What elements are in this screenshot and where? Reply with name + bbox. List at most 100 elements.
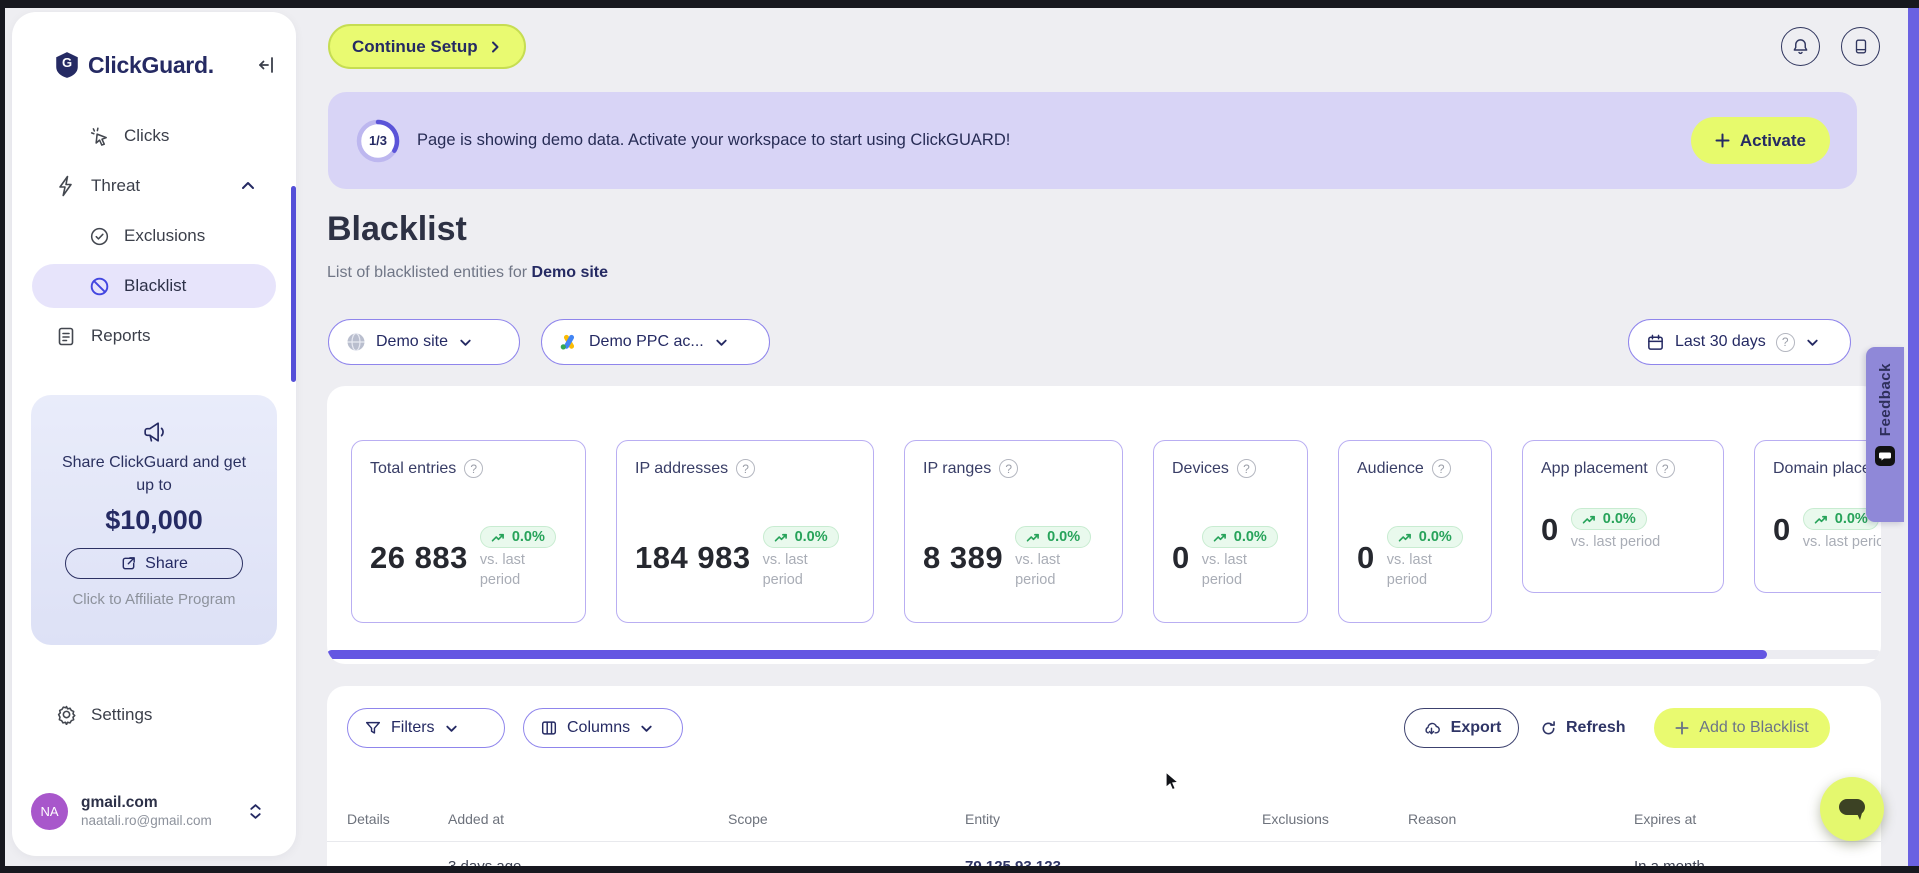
chevron-down-icon (444, 721, 459, 736)
stat-value: 0 (1357, 540, 1375, 576)
sidebar-item-exclusions[interactable]: Exclusions (12, 211, 296, 261)
filters-button[interactable]: Filters (347, 708, 505, 748)
help-icon[interactable]: ? (736, 459, 756, 478)
delta-value: 0.0% (1418, 529, 1452, 545)
promo-heading: Share ClickGuard and get up to (61, 454, 247, 495)
page-title: Blacklist (327, 210, 467, 248)
page-scrollbar[interactable] (1908, 8, 1919, 866)
bell-icon (1791, 37, 1810, 56)
vs-last-period: vs. last period (1802, 534, 1881, 550)
sidebar-item-label: Threat (91, 176, 141, 195)
activate-button[interactable]: Activate (1690, 117, 1830, 164)
export-button[interactable]: Export (1404, 708, 1519, 748)
sidebar: G ClickGuard. Clicks Threat Exclusions B… (12, 12, 296, 856)
help-icon[interactable]: ? (999, 459, 1019, 478)
window-edge-top (0, 0, 1919, 8)
help-icon[interactable]: ? (1431, 459, 1451, 478)
stat-card-ip-ranges: IP ranges? 8 389 0.0% vs. last period (904, 440, 1123, 623)
help-icon[interactable]: ? (1775, 332, 1795, 352)
stats-panel: Total entries? 26 883 0.0% vs. last peri… (327, 386, 1881, 664)
sidebar-collapse-icon[interactable] (256, 55, 276, 75)
share-button[interactable]: Share (65, 548, 243, 580)
vs-last-period: vs. last period (1201, 552, 1247, 588)
sidebar-item-settings[interactable]: Settings (55, 704, 152, 725)
ppc-account-selector[interactable]: Demo PPC ac... (541, 319, 770, 365)
app-screen: G ClickGuard. Clicks Threat Exclusions B… (0, 0, 1919, 873)
workspace-switcher[interactable]: NA gmail.com naatali.ro@gmail.com (31, 793, 276, 830)
sidebar-item-reports[interactable]: Reports (12, 311, 296, 361)
horizontal-scrollbar-thumb[interactable] (327, 650, 1767, 659)
column-header-added-at[interactable]: Added at (448, 811, 504, 827)
stat-card-devices: Devices? 0 0.0% vs. last period (1153, 440, 1308, 623)
help-icon[interactable]: ? (1655, 459, 1675, 478)
notifications-button[interactable] (1781, 27, 1820, 66)
add-to-blacklist-button[interactable]: Add to Blacklist (1654, 708, 1830, 748)
columns-button[interactable]: Columns (523, 708, 683, 748)
sidebar-item-threat[interactable]: Threat (12, 161, 296, 211)
column-header-expires-at[interactable]: Expires at (1634, 811, 1696, 827)
sidebar-item-clicks[interactable]: Clicks (12, 111, 296, 161)
column-header-exclusions[interactable]: Exclusions (1262, 811, 1329, 827)
activate-label: Activate (1739, 130, 1806, 150)
delta-badge: 0.0% (479, 526, 556, 548)
promo-footnote: Click to Affiliate Program (72, 591, 236, 609)
promo-amount: $10,000 (105, 505, 203, 536)
continue-setup-button[interactable]: Continue Setup (328, 24, 526, 69)
trend-up-icon (1398, 533, 1411, 542)
stat-label: Audience (1357, 459, 1424, 477)
plus-icon (1715, 133, 1730, 148)
column-header-entity[interactable]: Entity (965, 811, 1000, 827)
stat-card-ip-addresses: IP addresses? 184 983 0.0% vs. last peri… (616, 440, 874, 623)
vs-last-period: vs. last period (1570, 534, 1661, 550)
help-icon[interactable]: ? (1236, 459, 1256, 478)
chevron-up-icon[interactable] (240, 178, 256, 194)
date-range-selector[interactable]: Last 30 days ? (1628, 319, 1851, 365)
funnel-icon (364, 719, 382, 737)
column-header-details[interactable]: Details (347, 811, 390, 827)
stat-value: 26 883 (370, 540, 468, 576)
settings-label: Settings (91, 704, 153, 724)
vs-last-period: vs. last period (1386, 552, 1432, 588)
sidebar-item-blacklist[interactable]: Blacklist (32, 264, 276, 308)
sidebar-item-label: Exclusions (124, 226, 206, 245)
chevron-right-icon (488, 40, 502, 54)
lightning-icon (55, 175, 77, 197)
stat-card-app-placement: App placement? 0 0.0% vs. last period (1522, 440, 1724, 593)
stat-value: 8 389 (923, 540, 1004, 576)
column-header-scope[interactable]: Scope (728, 811, 768, 827)
table-header-divider (327, 841, 1881, 842)
help-icon[interactable]: ? (464, 459, 484, 478)
user-email: naatali.ro@gmail.com (81, 812, 212, 828)
knowledge-base-button[interactable] (1841, 27, 1880, 66)
column-header-reason[interactable]: Reason (1408, 811, 1456, 827)
chat-widget-button[interactable] (1820, 777, 1884, 841)
trend-up-icon (1213, 533, 1226, 542)
stat-value: 184 983 (635, 540, 751, 576)
date-range-value: Last 30 days (1675, 333, 1766, 350)
badge-check-icon (88, 226, 110, 247)
delta-badge: 0.0% (1386, 526, 1463, 548)
feedback-tab[interactable]: Feedback (1866, 347, 1904, 522)
globe-icon (346, 332, 366, 352)
trend-up-icon (1814, 515, 1827, 524)
horizontal-scrollbar[interactable] (327, 650, 1881, 659)
stat-card-audience: Audience? 0 0.0% vs. last period (1338, 440, 1492, 623)
stat-label: Devices (1172, 459, 1229, 477)
delta-value: 0.0% (1834, 511, 1868, 527)
stat-label: Total entries (370, 459, 457, 477)
refresh-icon (1540, 720, 1557, 737)
share-button-label: Share (145, 554, 188, 572)
external-link-icon (120, 555, 137, 572)
page-subtitle: List of blacklisted entities for Demo si… (327, 264, 608, 282)
feedback-chat-icon (1875, 446, 1895, 467)
stat-cards: Total entries? 26 883 0.0% vs. last peri… (351, 440, 1881, 623)
megaphone-icon (31, 419, 277, 445)
sidebar-scroll-indicator[interactable] (291, 186, 296, 382)
document-icon (55, 326, 77, 347)
refresh-button[interactable]: Refresh (1540, 708, 1626, 748)
window-edge-bottom (0, 866, 1919, 873)
site-selector[interactable]: Demo site (328, 319, 520, 365)
brand-letter: G (61, 55, 73, 70)
chevron-down-icon (458, 335, 473, 350)
stat-value: 0 (1172, 540, 1190, 576)
